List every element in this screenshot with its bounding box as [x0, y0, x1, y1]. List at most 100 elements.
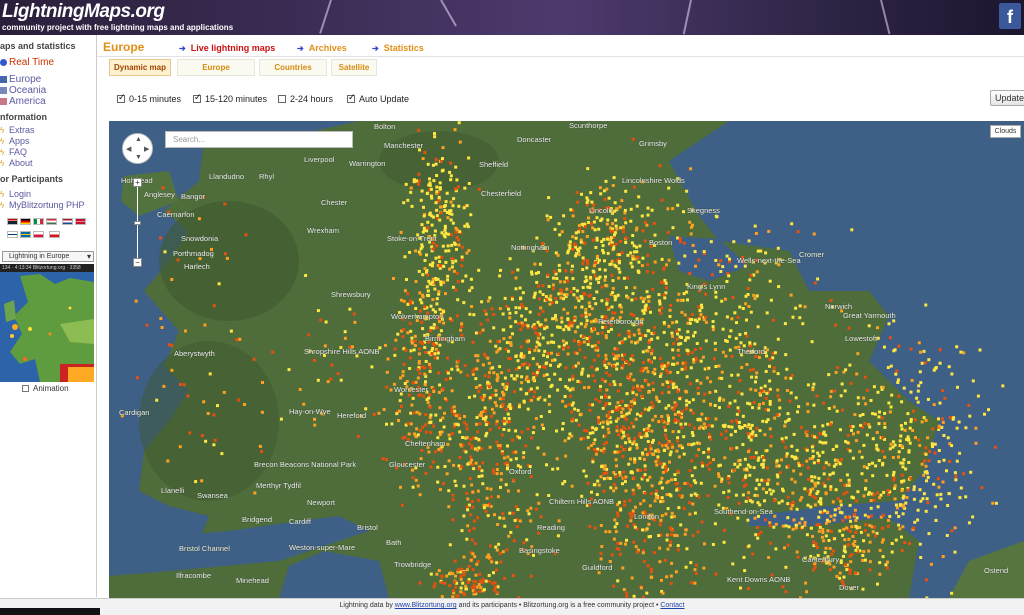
- strike-marker: [471, 505, 475, 509]
- checkbox[interactable]: [193, 92, 202, 103]
- strike-marker: [483, 417, 487, 421]
- animation-toggle[interactable]: Animation: [0, 384, 96, 393]
- flag-it-icon[interactable]: [33, 218, 44, 225]
- strike-marker: [603, 363, 607, 367]
- strike-marker: [545, 373, 549, 377]
- strike-marker: [806, 503, 810, 507]
- site-logo[interactable]: LightningMaps.org: [2, 1, 165, 23]
- strike-marker: [709, 380, 713, 384]
- update-button[interactable]: Update: [990, 90, 1024, 106]
- filter-0-15[interactable]: 0-15 minutes: [117, 92, 181, 104]
- strike-marker: [608, 373, 612, 377]
- checkbox[interactable]: [278, 95, 286, 103]
- strike-marker: [439, 159, 443, 163]
- strike-marker: [599, 475, 603, 479]
- clouds-toggle-button[interactable]: Clouds: [990, 125, 1021, 138]
- strike-marker: [634, 545, 638, 549]
- sidebar-item-login[interactable]: ϟ Login: [0, 189, 96, 200]
- strike-marker: [577, 253, 581, 257]
- chevron-left-icon[interactable]: ◀: [126, 145, 131, 153]
- sidebar-item-realtime[interactable]: Real Time: [0, 57, 96, 68]
- checkbox[interactable]: [117, 92, 126, 103]
- zoom-out-button[interactable]: −: [133, 258, 142, 267]
- flag-nl-icon[interactable]: [61, 218, 73, 225]
- footer-blitzortung-link[interactable]: www.Blitzortung.org: [395, 602, 457, 609]
- nav-link-archives[interactable]: ➔ Archives: [297, 43, 347, 53]
- tab-europe[interactable]: Europe: [177, 59, 255, 76]
- lightning-map[interactable]: Bolton Scunthorpe Manchester Doncaster Grims…: [109, 121, 1024, 598]
- animation-checkbox[interactable]: [22, 385, 29, 392]
- strike-marker: [604, 179, 608, 183]
- sidebar-item-faq[interactable]: ϟ FAQ: [0, 147, 96, 158]
- strike-marker: [754, 375, 758, 379]
- map-search-input[interactable]: Search...: [165, 131, 353, 148]
- strike-marker: [796, 555, 800, 559]
- flag-dk-icon[interactable]: [74, 218, 86, 225]
- strike-marker: [741, 493, 745, 497]
- strike-marker: [812, 461, 816, 465]
- flag-hu-icon[interactable]: [46, 218, 57, 225]
- tab-satellite[interactable]: Satellite: [331, 59, 377, 76]
- tab-dynamic-map[interactable]: Dynamic map: [109, 59, 171, 76]
- strike-marker: [925, 497, 929, 501]
- strike-marker: [765, 391, 769, 395]
- strike-marker: [529, 506, 533, 510]
- strike-marker: [459, 574, 463, 578]
- flag-de-icon[interactable]: [20, 218, 31, 225]
- strike-marker: [822, 472, 826, 476]
- filter-15-120[interactable]: 15-120 minutes: [193, 92, 267, 104]
- sidebar-item-oceania[interactable]: Oceania: [0, 85, 96, 96]
- sidebar-item-about[interactable]: ϟ About: [0, 158, 96, 169]
- strike-marker: [577, 423, 581, 427]
- strike-marker: [736, 373, 740, 377]
- flag-se-icon[interactable]: [20, 231, 31, 238]
- nav-link-statistics[interactable]: ➔ Statistics: [372, 43, 424, 53]
- sidebar-item-apps[interactable]: ϟ Apps: [0, 136, 96, 147]
- strike-marker: [501, 390, 504, 394]
- chevron-up-icon[interactable]: ▲: [135, 136, 142, 143]
- strike-marker: [586, 259, 589, 263]
- sidebar-item-europe[interactable]: Europe: [0, 74, 96, 85]
- filter-2-24h[interactable]: 2-24 hours: [278, 94, 333, 104]
- strike-marker: [778, 406, 782, 410]
- flag-fi-icon[interactable]: [7, 231, 18, 238]
- strike-marker: [595, 216, 599, 220]
- sidebar-item-extras[interactable]: ϟ Extras: [0, 125, 96, 136]
- filter-auto-update[interactable]: Auto Update: [347, 92, 409, 104]
- strike-marker: [863, 529, 867, 533]
- strike-marker: [670, 515, 674, 519]
- strike-marker: [813, 281, 817, 285]
- tab-countries[interactable]: Countries: [259, 59, 327, 76]
- flag-cz-icon[interactable]: [48, 231, 60, 238]
- mini-map-select[interactable]: Lightning in Europe: [2, 251, 94, 262]
- strike-marker: [471, 369, 475, 373]
- zoom-control[interactable]: + −: [133, 178, 142, 268]
- checkbox[interactable]: [347, 92, 356, 103]
- strike-marker: [590, 200, 594, 204]
- flag-pl-icon[interactable]: [33, 231, 44, 238]
- zoom-slider-handle[interactable]: [134, 221, 141, 225]
- strike-marker: [438, 181, 442, 185]
- chevron-right-icon[interactable]: ▶: [144, 145, 149, 153]
- strike-marker: [579, 240, 583, 244]
- pan-control[interactable]: ▲ ▼ ◀ ▶: [122, 133, 153, 164]
- strike-marker: [635, 412, 639, 416]
- chevron-down-icon[interactable]: ▼: [135, 154, 142, 161]
- sidebar-item-america[interactable]: America: [0, 96, 96, 107]
- strike-marker: [664, 444, 668, 447]
- strike-marker: [498, 444, 502, 448]
- strike-marker: [691, 411, 695, 415]
- strike-marker: [781, 440, 785, 444]
- nav-link-live-maps[interactable]: ➔ Live lightning maps: [179, 43, 275, 53]
- flag-uk-icon[interactable]: [7, 218, 18, 225]
- strike-marker: [435, 297, 439, 301]
- strike-marker: [849, 424, 852, 428]
- sidebar-item-myblitzortung[interactable]: ϟ MyBlitzortung PHP: [0, 200, 96, 211]
- strike-marker: [464, 587, 468, 591]
- mini-map[interactable]: 134 · 4:13:34 Blitzortung.org · 3358: [0, 264, 94, 382]
- footer-contact-link[interactable]: Contact: [660, 602, 684, 609]
- facebook-icon[interactable]: f: [999, 3, 1021, 29]
- strike-marker: [933, 451, 937, 455]
- strike-marker: [545, 214, 549, 218]
- zoom-in-button[interactable]: +: [133, 178, 142, 187]
